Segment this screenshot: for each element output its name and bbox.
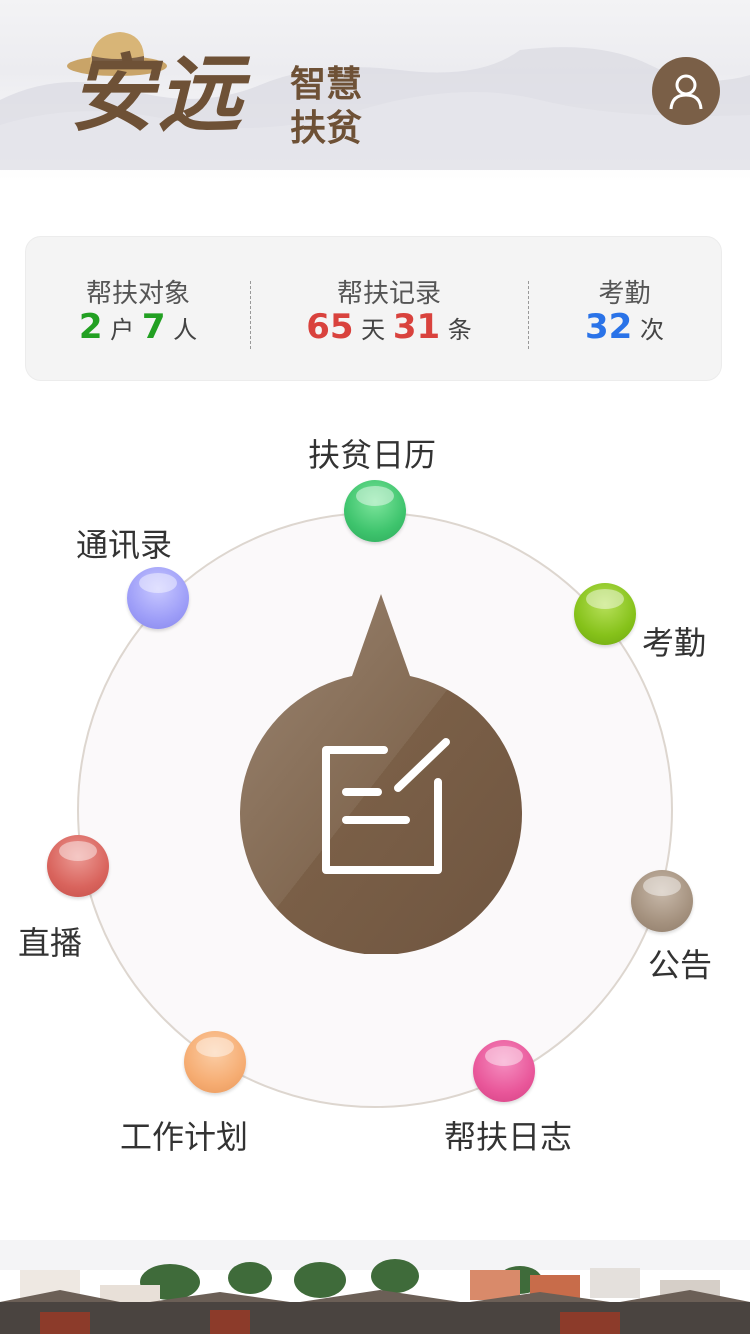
households-count: 2	[78, 307, 103, 347]
stat-attendance-value: 32 次	[528, 307, 721, 347]
menu-label-attendance[interactable]: 考勤	[642, 618, 706, 664]
menu-label-notice[interactable]: 公告	[648, 940, 712, 986]
stat-targets-value: 2 户 7 人	[26, 307, 250, 347]
center-action-button[interactable]	[238, 592, 524, 954]
records-unit: 条	[447, 316, 472, 344]
village-footer-image	[0, 1240, 750, 1334]
contacts-orb-button[interactable]	[127, 567, 189, 629]
live-orb-button[interactable]	[47, 835, 109, 897]
logo-title: 安远	[70, 44, 247, 143]
days-unit: 天	[361, 316, 386, 344]
attendance-unit: 次	[639, 316, 664, 344]
user-icon	[669, 74, 703, 110]
menu-label-calendar[interactable]: 扶贫日历	[308, 430, 436, 476]
stat-attendance-label: 考勤	[598, 279, 651, 309]
calendar-orb-button[interactable]	[344, 480, 406, 542]
profile-button[interactable]	[652, 57, 720, 125]
menu-label-assistance-log[interactable]: 帮扶日志	[444, 1112, 572, 1158]
people-count: 7	[141, 307, 166, 347]
stat-targets[interactable]: 帮扶对象 2 户 7 人	[26, 237, 250, 382]
menu-label-live[interactable]: 直播	[18, 918, 82, 964]
notice-orb-button[interactable]	[631, 870, 693, 932]
stat-records[interactable]: 帮扶记录 65 天 31 条	[250, 237, 528, 382]
menu-label-contacts[interactable]: 通讯录	[76, 520, 172, 566]
stat-records-value: 65 天 31 条	[250, 307, 528, 347]
work-plan-orb-button[interactable]	[184, 1031, 246, 1093]
logo-subtitle-line2: 扶贫	[290, 107, 363, 149]
records-count: 31	[392, 307, 441, 347]
households-unit: 户	[110, 316, 135, 344]
assistance-log-orb-button[interactable]	[473, 1040, 535, 1102]
days-count: 65	[306, 307, 354, 347]
stat-records-label: 帮扶记录	[336, 279, 441, 309]
stats-card: 帮扶对象 2 户 7 人 帮扶记录 65 天 31 条 考勤 32 次	[25, 236, 722, 381]
logo-subtitle: 智慧 扶贫	[290, 62, 362, 150]
menu-label-work-plan[interactable]: 工作计划	[120, 1112, 248, 1158]
stat-attendance[interactable]: 考勤 32 次	[528, 237, 721, 382]
people-unit: 人	[173, 316, 198, 344]
attendance-count: 32	[585, 307, 633, 347]
app-header: 安远 智慧 扶贫	[0, 0, 750, 180]
attendance-orb-button[interactable]	[574, 583, 636, 645]
stat-targets-label: 帮扶对象	[85, 279, 190, 309]
logo-subtitle-line1: 智慧	[290, 63, 363, 105]
